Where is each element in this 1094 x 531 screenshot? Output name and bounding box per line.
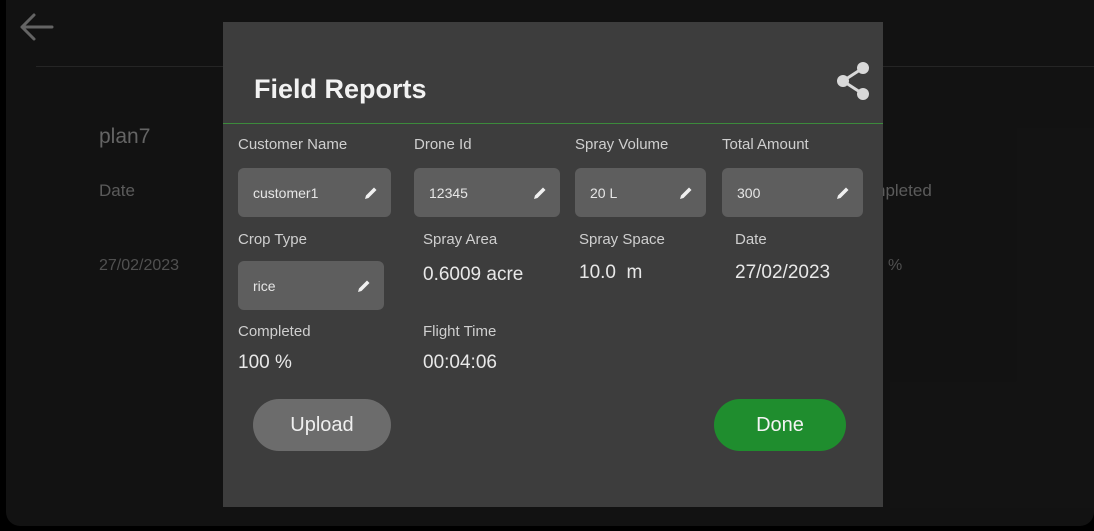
spray-volume-value: 20 L (590, 184, 618, 201)
spray-volume-label: Spray Volume (575, 136, 669, 153)
pencil-icon[interactable] (678, 185, 694, 201)
title-divider (223, 123, 883, 124)
crop-type-value: rice (253, 277, 276, 294)
date-label: Date (735, 231, 767, 248)
spray-space-label: Spray Space (579, 231, 665, 248)
upload-button[interactable]: Upload (253, 399, 391, 451)
spray-volume-field[interactable]: 20 L (575, 168, 706, 217)
share-icon[interactable] (833, 60, 873, 102)
total-amount-label: Total Amount (722, 136, 809, 153)
done-button[interactable]: Done (714, 399, 846, 451)
crop-type-field[interactable]: rice (238, 261, 384, 310)
spray-space-value: 10.0 m (579, 262, 643, 283)
completed-value: 100 % (238, 352, 292, 373)
flight-time-value: 00:04:06 (423, 352, 497, 373)
field-reports-dialog: Field Reports Customer Name customer1 Dr… (223, 22, 883, 507)
pencil-icon[interactable] (532, 185, 548, 201)
drone-id-value: 12345 (429, 184, 468, 201)
total-amount-field[interactable]: 300 (722, 168, 863, 217)
completed-label: Completed (238, 323, 311, 340)
date-value: 27/02/2023 (735, 262, 831, 283)
crop-type-label: Crop Type (238, 231, 307, 248)
total-amount-value: 300 (737, 184, 761, 201)
pencil-icon[interactable] (835, 185, 851, 201)
flight-time-label: Flight Time (423, 323, 497, 340)
customer-name-value: customer1 (253, 184, 319, 201)
drone-id-field[interactable]: 12345 (414, 168, 560, 217)
customer-name-field[interactable]: customer1 (238, 168, 391, 217)
dialog-title: Field Reports (254, 74, 427, 104)
pencil-icon[interactable] (356, 278, 372, 294)
drone-id-label: Drone Id (414, 136, 472, 153)
spray-area-label: Spray Area (423, 231, 498, 248)
pencil-icon[interactable] (363, 185, 379, 201)
customer-name-label: Customer Name (238, 136, 348, 153)
spray-area-value: 0.6009 acre (423, 264, 524, 285)
